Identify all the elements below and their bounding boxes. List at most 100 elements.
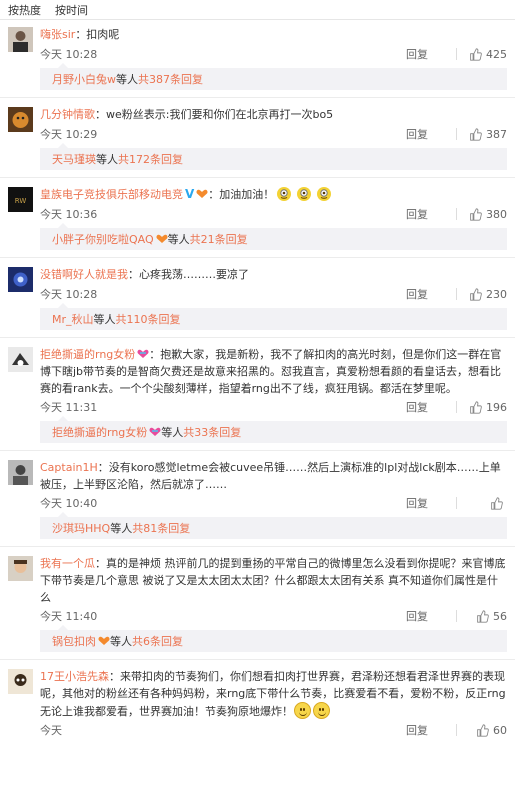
comment-username[interactable]: 嗨张sir [40,28,75,41]
thumbs-up-icon [470,207,482,221]
reply-count-link[interactable]: 共33条回复 [183,424,241,440]
fan-badge-icon [156,234,168,243]
reply-summary[interactable]: 小胖子你别吃啦QAQ 等人 共21条回复 [40,223,507,250]
like-count: 56 [493,609,507,623]
comment-item: RW 皇族电子竞技俱乐部移动电竞 V ：加油加油！ 今天 10:36 回复 380 [0,186,515,222]
comment-time: 今天 10:36 [40,208,98,221]
reply-summary[interactable]: 锅包扣肉 等人 共6条回复 [40,625,507,652]
minion-emoji-icon [297,187,312,201]
minion-emoji-icon [277,187,292,201]
reply-summary[interactable]: Mr_秋山 等人 共110条回复 [40,303,507,330]
like-button[interactable] [465,496,507,510]
reply-connector: 等人 [167,233,190,246]
reply-summary[interactable]: 月野小白兔w 等人 共387条回复 [40,63,507,90]
comment-username[interactable]: 几分钟情歌 [40,108,95,121]
like-count: 387 [486,127,507,141]
comment-meta: 今天 11:40 回复 56 [40,608,507,624]
reply-username[interactable]: 天马瑾瑛 [52,151,96,167]
reply-button[interactable]: 回复 [406,46,456,62]
avatar[interactable] [8,460,33,485]
thumbs-up-icon [470,400,482,414]
reply-connector: 等人 [93,313,116,326]
like-count: 196 [486,400,507,414]
comment-text: ：加油加油！ [208,188,275,201]
reply-count-link[interactable]: 共387条回复 [138,71,203,87]
comment-time: 今天 [40,724,62,737]
rainbow-badge-icon [137,349,149,358]
reply-username[interactable]: 小胖子你别吃啦QAQ [52,231,154,247]
rainbow-badge-icon [149,427,161,436]
comment-username[interactable]: Captain1H [40,461,98,474]
avatar[interactable] [8,347,33,372]
avatar[interactable] [8,107,33,132]
comment-username[interactable]: 拒绝撕逼的rng女粉 [40,348,135,361]
reply-button[interactable]: 回复 [406,608,456,624]
reply-button[interactable]: 回复 [406,126,456,142]
comment-meta: 今天 10:29 回复 387 [40,126,507,142]
comment-item: 17王小浩先森：来带扣肉的节奏狗们，你们想看扣肉打世界赛，君泽粉还想看君泽世界赛… [0,668,515,738]
like-button[interactable]: 425 [465,48,507,61]
reply-button[interactable]: 回复 [406,722,456,738]
like-button[interactable]: 387 [465,128,507,141]
avatar[interactable] [8,267,33,292]
avatar[interactable] [8,27,33,52]
reply-connector: 等人 [116,73,138,86]
reply-username[interactable]: 拒绝撕逼的rng女粉 [52,424,147,440]
divider [0,177,515,178]
divider [0,97,515,98]
fan-badge-icon [196,189,208,198]
like-button[interactable]: 196 [465,401,507,414]
like-button[interactable]: 60 [465,724,507,737]
comment-meta: 今天 10:28 回复 230 [40,286,507,302]
comment-time: 今天 10:29 [40,128,98,141]
like-button[interactable]: 56 [465,610,507,623]
comment-username[interactable]: 17王小浩先森 [40,670,109,683]
reply-button[interactable]: 回复 [406,399,456,415]
reply-button[interactable]: 回复 [406,495,456,511]
smile-emoji-icon [294,702,311,719]
reply-summary[interactable]: 拒绝撕逼的rng女粉 等人 共33条回复 [40,416,507,443]
avatar[interactable]: RW [8,187,33,212]
thumbs-up-icon [470,287,482,301]
smile-emoji-icon [313,702,330,719]
comment-text: ：扣肉呢 [75,28,120,41]
reply-connector: 等人 [110,522,133,535]
comment-username[interactable]: 我有一个瓜 [40,557,95,570]
comment-username[interactable]: 皇族电子竞技俱乐部移动电竞 [40,188,183,201]
reply-button[interactable]: 回复 [406,286,456,302]
reply-count-link[interactable]: 共21条回复 [190,231,248,247]
minion-emoji-icon [317,187,332,201]
thumbs-up-icon [470,127,482,141]
like-button[interactable]: 380 [465,208,507,221]
reply-connector: 等人 [161,426,184,439]
fan-badge-icon [98,636,110,645]
reply-connector: 等人 [110,635,132,648]
sort-bar: 按热度 按时间 [0,0,515,20]
reply-count-link[interactable]: 共6条回复 [132,633,183,649]
comment-meta: 今天 回复 60 [40,722,507,738]
sort-by-time-tab[interactable]: 按时间 [55,2,88,18]
avatar[interactable] [8,669,33,694]
sort-by-hot-tab[interactable]: 按热度 [8,2,41,18]
comment-text: ：真的是神烦 热评前几的提到重扬的平常自己的微博里怎么没看到你提呢？来官博底下带… [40,557,506,604]
comment-meta: 今天 10:36 回复 380 [40,206,507,222]
reply-button[interactable]: 回复 [406,206,456,222]
reply-username[interactable]: 月野小白兔w [52,71,116,87]
thumbs-up-icon [491,496,503,510]
reply-username[interactable]: Mr_秋山 [52,311,94,327]
like-button[interactable]: 230 [465,288,507,301]
like-count: 380 [486,207,507,221]
reply-count-link[interactable]: 共81条回复 [132,520,190,536]
thumbs-up-icon [477,609,489,623]
reply-count-link[interactable]: 共110条回复 [116,311,181,327]
avatar[interactable] [8,556,33,581]
reply-username[interactable]: 锅包扣肉 [52,633,96,649]
verified-icon: V [185,187,195,201]
reply-connector: 等人 [96,153,118,166]
reply-summary[interactable]: 沙琪玛HHQ 等人 共81条回复 [40,512,507,539]
comment-username[interactable]: 没错啊好人就是我 [40,268,128,281]
reply-username[interactable]: 沙琪玛HHQ [52,520,110,536]
comment-text: ：来带扣肉的节奏狗们，你们想看扣肉打世界赛，君泽粉还想看君泽世界赛的表现呢，其他… [40,670,506,718]
reply-summary[interactable]: 天马瑾瑛 等人 共172条回复 [40,143,507,170]
reply-count-link[interactable]: 共172条回复 [118,151,183,167]
